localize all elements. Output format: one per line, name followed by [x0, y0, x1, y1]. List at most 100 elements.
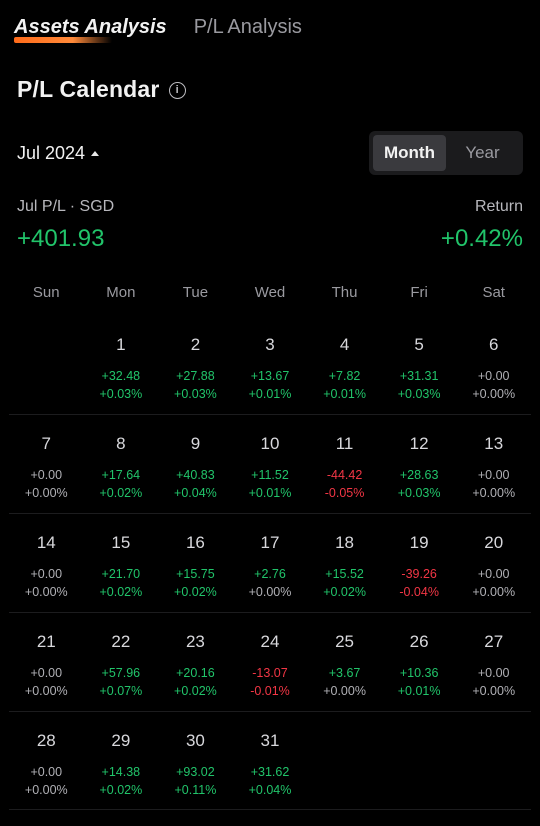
- day-pl-value: +0.00: [477, 666, 510, 680]
- day-pl-percent: +0.03%: [397, 486, 441, 500]
- weekday-label: Wed: [254, 284, 286, 301]
- day-number: 31: [260, 731, 280, 750]
- day-pl-percent: +0.00%: [472, 684, 516, 698]
- calendar-day-cell[interactable]: 1 +32.48 +0.03%: [83, 316, 159, 415]
- day-pl-value: +0.00: [477, 369, 510, 383]
- calendar-day-cell[interactable]: 5 +31.31 +0.03%: [381, 316, 457, 415]
- day-pl-percent: +0.07%: [99, 684, 143, 698]
- day-pl-percent: +0.03%: [174, 387, 217, 401]
- day-number: 28: [36, 731, 56, 750]
- day-pl-percent: +0.00%: [24, 585, 68, 599]
- tab-assets-analysis[interactable]: Assets Analysis: [14, 16, 167, 43]
- calendar-day-cell[interactable]: 10 +11.52 +0.01%: [232, 415, 308, 514]
- day-number: 14: [36, 533, 56, 552]
- period-selector[interactable]: Jul 2024: [17, 143, 100, 164]
- day-number: 22: [111, 632, 131, 651]
- calendar-day-cell[interactable]: 23 +20.16 +0.02%: [158, 613, 233, 712]
- calendar-day-cell[interactable]: 11 -44.42 -0.05%: [307, 415, 382, 514]
- day-pl-percent: -0.05%: [324, 486, 365, 500]
- day-number: 8: [116, 434, 126, 453]
- calendar-day-cell[interactable]: 4 +7.82 +0.01%: [307, 316, 382, 415]
- month-toggle-button[interactable]: Month: [373, 135, 446, 171]
- calendar-day-cell[interactable]: 2 +27.88 +0.03%: [158, 316, 233, 415]
- day-number: 29: [111, 731, 131, 750]
- day-pl-value: -39.26: [401, 567, 437, 581]
- day-number: 20: [484, 533, 504, 552]
- calendar-day-cell[interactable]: 16 +15.75 +0.02%: [158, 514, 233, 613]
- day-number: 27: [484, 632, 504, 651]
- empty-day-cell: [307, 712, 382, 811]
- day-pl-value: +21.70: [101, 567, 141, 581]
- day-pl-value: +31.31: [399, 369, 439, 383]
- calendar-day-cell[interactable]: 19 -39.26 -0.04%: [381, 514, 457, 613]
- day-pl-percent: +0.11%: [174, 783, 217, 797]
- day-number: 16: [185, 533, 205, 552]
- day-pl-value: +2.76: [254, 567, 286, 581]
- weekday-label: Thu: [331, 284, 358, 301]
- calendar-day-cell[interactable]: 13 +0.00 +0.00%: [456, 415, 531, 514]
- year-toggle-button[interactable]: Year: [446, 135, 519, 171]
- day-pl-value: +0.00: [477, 468, 510, 482]
- calendar-day-cell[interactable]: 26 +10.36 +0.01%: [381, 613, 457, 712]
- day-number: 10: [260, 434, 280, 453]
- day-pl-percent: +0.03%: [99, 387, 143, 401]
- day-pl-percent: +0.01%: [248, 387, 292, 401]
- calendar-day-cell[interactable]: 21 +0.00 +0.00%: [9, 613, 84, 712]
- calendar-day-cell[interactable]: 30 +93.02 +0.11%: [158, 712, 233, 811]
- calendar-day-cell[interactable]: 12 +28.63 +0.03%: [381, 415, 457, 514]
- day-pl-percent: -0.01%: [250, 684, 290, 698]
- day-pl-value: +40.83: [176, 468, 215, 482]
- day-pl-percent: +0.00%: [472, 387, 516, 401]
- day-pl-percent: +0.02%: [174, 585, 217, 599]
- day-number: 3: [265, 335, 275, 354]
- day-pl-value: +20.16: [176, 666, 215, 680]
- top-tabs: Assets Analysis P/L Analysis: [14, 16, 302, 43]
- day-number: 15: [111, 533, 131, 552]
- day-pl-value: +27.88: [176, 369, 215, 383]
- empty-day-cell: [382, 712, 457, 811]
- caret-up-icon: [91, 151, 100, 156]
- calendar-day-cell[interactable]: 31 +31.62 +0.04%: [233, 712, 308, 811]
- calendar-day-cell[interactable]: 22 +57.96 +0.07%: [83, 613, 159, 712]
- day-pl-percent: +0.04%: [174, 486, 217, 500]
- calendar-day-cell[interactable]: 9 +40.83 +0.04%: [158, 415, 233, 514]
- calendar-day-cell[interactable]: 7 +0.00 +0.00%: [9, 415, 84, 514]
- calendar-day-cell[interactable]: 17 +2.76 +0.00%: [232, 514, 308, 613]
- calendar-day-cell[interactable]: 3 +13.67 +0.01%: [232, 316, 308, 415]
- calendar-day-cell[interactable]: 6 +0.00 +0.00%: [456, 316, 531, 415]
- day-number: 24: [260, 632, 280, 651]
- day-number: 26: [409, 632, 429, 651]
- day-pl-percent: +0.00%: [24, 486, 68, 500]
- calendar-day-cell[interactable]: 18 +15.52 +0.02%: [307, 514, 382, 613]
- day-number: 25: [335, 632, 355, 651]
- return-label: Return: [474, 198, 523, 215]
- summary-labels: Jul P/L · SGD Return: [17, 198, 523, 216]
- calendar-day-cell[interactable]: 29 +14.38 +0.02%: [84, 712, 159, 811]
- pl-calendar-grid: 1 +32.48 +0.03% 2 +27.88 +0.03% 3 +13.67 +0.01% 4…: [9, 316, 531, 811]
- calendar-day-cell[interactable]: 27 +0.00 +0.00%: [456, 613, 531, 712]
- weekday-label: Mon: [106, 284, 136, 301]
- day-pl-percent: +0.01%: [248, 486, 292, 500]
- return-value: +0.42%: [440, 225, 523, 252]
- empty-day-cell: [456, 712, 531, 811]
- calendar-day-cell[interactable]: 14 +0.00 +0.00%: [9, 514, 84, 613]
- calendar-day-cell[interactable]: 25 +3.67 +0.00%: [307, 613, 382, 712]
- day-pl-value: -44.42: [326, 468, 363, 482]
- calendar-day-cell[interactable]: 28 +0.00 +0.00%: [9, 712, 84, 811]
- calendar-day-cell[interactable]: 20 +0.00 +0.00%: [456, 514, 531, 613]
- calendar-day-cell[interactable]: 8 +17.64 +0.02%: [83, 415, 159, 514]
- calendar-day-cell[interactable]: 24 -13.07 -0.01%: [232, 613, 308, 712]
- info-icon[interactable]: i: [168, 81, 186, 99]
- day-number: 18: [335, 533, 355, 552]
- weekday-label: Sat: [482, 284, 505, 301]
- day-pl-value: +15.52: [325, 567, 364, 581]
- summary-values: +401.93 +0.42%: [17, 225, 523, 253]
- tab-pl-analysis[interactable]: P/L Analysis: [194, 16, 302, 43]
- day-number: 11: [335, 434, 354, 453]
- day-pl-value: +0.00: [30, 666, 63, 680]
- day-pl-value: +93.02: [176, 765, 215, 779]
- day-pl-percent: +0.00%: [248, 585, 292, 599]
- calendar-day-cell[interactable]: 15 +21.70 +0.02%: [83, 514, 159, 613]
- empty-day-cell: [9, 316, 84, 415]
- day-number: 4: [339, 335, 350, 354]
